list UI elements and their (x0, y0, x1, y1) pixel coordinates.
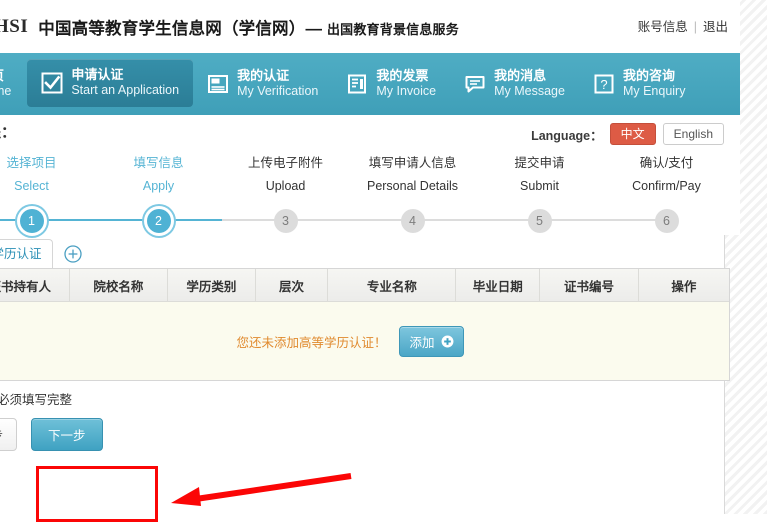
checkbox-icon (41, 72, 63, 94)
next-step-button[interactable]: 下一步 (31, 418, 103, 451)
site-title-cn: 中国高等教育学生信息网（学信网）— (38, 19, 323, 38)
column-header-graduation: 毕业日期 (455, 269, 541, 302)
chsi-logo: HSI (0, 15, 29, 37)
svg-text:?: ? (600, 77, 607, 92)
nav-item-my-message-cn: 我的消息 (494, 68, 547, 84)
column-header-major: 专业名称 (327, 269, 457, 302)
step-3-upload: 上传电子附件 Upload 3 (222, 155, 349, 233)
step-6-confirm-pay: 确认/支付 Confirm/Pay 6 (603, 155, 730, 233)
step-5-label-cn: 提交申请 (514, 156, 565, 170)
certificate-icon (207, 73, 229, 95)
page-shell: HSI 中国高等教育学生信息网（学信网）— 出国教育背景信息服务 账号信息 | 退出… (0, 0, 740, 514)
empty-state-cell: 您还未添加高等学历认证！ 添加 (0, 301, 729, 380)
tab-higher-education-verification[interactable]: 等学历认证 (0, 239, 53, 268)
step-3-circle: 3 (273, 209, 298, 233)
column-header-level: 层次 (255, 269, 329, 302)
step-5-label-en: Submit (520, 179, 559, 193)
step-4-circle: 4 (400, 209, 425, 233)
plus-circle-icon (441, 335, 453, 348)
nav-item-my-verification-cn: 我的认证 (237, 68, 290, 84)
step-1-circle: 1 (19, 209, 44, 233)
certificate-tabs: 等学历认证 (0, 239, 740, 269)
column-header-holder: 证书持有人 (0, 269, 70, 302)
step-1-select: 选择项目 Select 1 (0, 155, 95, 233)
header-separator: | (693, 20, 697, 34)
step-progress-bar: 选择项目 Select 1 填写信息 Apply 2 上传电子附件 Upload… (0, 155, 730, 233)
language-switcher: Language： 中文 English (531, 123, 724, 145)
certificate-table: 证书持有人 院校名称 学历类别 层次 专业名称 毕业日期 证书编号 操作 您还未… (0, 269, 729, 380)
add-certificate-button-label: 添加 (409, 335, 435, 350)
site-title-sub: 出国教育背景信息服务 (326, 21, 459, 37)
column-header-cert-number: 证书编号 (539, 269, 639, 302)
step-4-personal-details: 填写申请人信息 Personal Details 4 (349, 155, 476, 233)
nav-item-start-application-cn: 申请认证 (71, 67, 124, 83)
header-account-area: 账号信息 | 退出 (638, 16, 728, 35)
table-empty-row: 您还未添加高等学历认证！ 添加 (0, 301, 729, 380)
logout-link[interactable]: 退出 (703, 20, 728, 34)
column-header-school: 院校名称 (69, 269, 169, 302)
empty-state-message: 您还未添加高等学历认证！ (236, 335, 387, 350)
account-info-link[interactable]: 账号信息 (638, 20, 688, 34)
step-4-label-en: Personal Details (366, 179, 458, 193)
step-6-label-cn: 确认/支付 (639, 156, 694, 170)
step-3-label-cn: 上传电子附件 (247, 156, 323, 170)
nav-item-my-invoice[interactable]: 我的发票 My Invoice (332, 53, 450, 115)
step-6-circle: 6 (654, 209, 679, 233)
step-2-circle: 2 (146, 209, 171, 233)
watermark-text (704, 496, 717, 512)
nav-item-start-application[interactable]: 申请认证 Start an Application (27, 59, 194, 107)
step-5-submit: 提交申请 Submit 5 (476, 155, 603, 233)
nav-item-my-verification-en: My Verification (237, 84, 319, 99)
nav-item-home-cn: 首页 (0, 68, 11, 84)
language-button-chinese[interactable]: 中文 (609, 123, 656, 145)
step-6-label-en: Confirm/Pay (632, 179, 701, 193)
process-heading: 程： (0, 124, 17, 141)
nav-item-start-application-en: Start an Application (71, 83, 180, 98)
message-icon (464, 73, 486, 95)
question-icon: ? (593, 73, 615, 95)
nav-item-my-message[interactable]: 我的消息 My Message (450, 53, 579, 115)
column-header-operation: 操作 (638, 269, 729, 302)
nav-item-my-invoice-en: My Invoice (376, 84, 437, 99)
step-1-label-cn: 选择项目 (6, 156, 57, 170)
table-header-row: 证书持有人 院校名称 学历类别 层次 专业名称 毕业日期 证书编号 操作 (0, 269, 729, 302)
previous-step-button[interactable]: 一步 (0, 418, 18, 451)
nav-item-my-enquiry-en: My Enquiry (622, 84, 686, 99)
page-title: 中国高等教育学生信息网（学信网）— 出国教育背景信息服务 (38, 15, 459, 39)
step-2-label-en: Apply (142, 179, 175, 193)
step-2-apply: 填写信息 Apply 2 (95, 155, 222, 233)
plus-circle-icon[interactable] (62, 243, 84, 265)
tabs-underline (0, 268, 730, 269)
add-certificate-button[interactable]: 添加 (398, 325, 464, 357)
step-3-label-en: Upload (265, 179, 306, 193)
nav-item-home-en: Home (0, 84, 12, 99)
nav-item-my-enquiry[interactable]: ? 我的咨询 My Enquiry (579, 53, 700, 115)
invoice-icon (346, 73, 368, 95)
language-button-english[interactable]: English (662, 123, 724, 145)
step-5-circle: 5 (527, 209, 552, 233)
language-label: Language： (531, 128, 603, 143)
empty-state-content: 您还未添加高等学历认证！ 添加 (236, 325, 464, 357)
nav-item-my-message-en: My Message (494, 84, 565, 99)
certificate-table-wrapper: 证书持有人 院校名称 学历类别 层次 专业名称 毕业日期 证书编号 操作 您还未… (0, 269, 730, 381)
nav-item-my-invoice-cn: 我的发票 (376, 68, 429, 84)
nav-item-my-verification[interactable]: 我的认证 My Verification (193, 53, 332, 115)
step-4-label-cn: 填写申请人信息 (368, 156, 457, 170)
process-section: 程： Language： 中文 English 选择项目 Select 1 填写… (0, 115, 740, 235)
nav-item-my-enquiry-cn: 我的咨询 (622, 68, 675, 84)
step-1-label-en: Select (14, 179, 49, 193)
site-header: HSI 中国高等教育学生信息网（学信网）— 出国教育背景信息服务 账号信息 | 退出 (0, 0, 740, 53)
required-fields-note: 项目必须填写完整 (0, 393, 73, 407)
nav-item-home[interactable]: 首页 Home (0, 53, 27, 115)
step-2-label-cn: 填写信息 (133, 156, 184, 170)
form-action-buttons: 一步 下一步 (0, 418, 740, 451)
column-header-degree-type: 学历类别 (167, 269, 256, 302)
step-1-connector (0, 219, 95, 221)
main-navigation: 首页 Home 申请认证 Start an Application (0, 53, 740, 115)
